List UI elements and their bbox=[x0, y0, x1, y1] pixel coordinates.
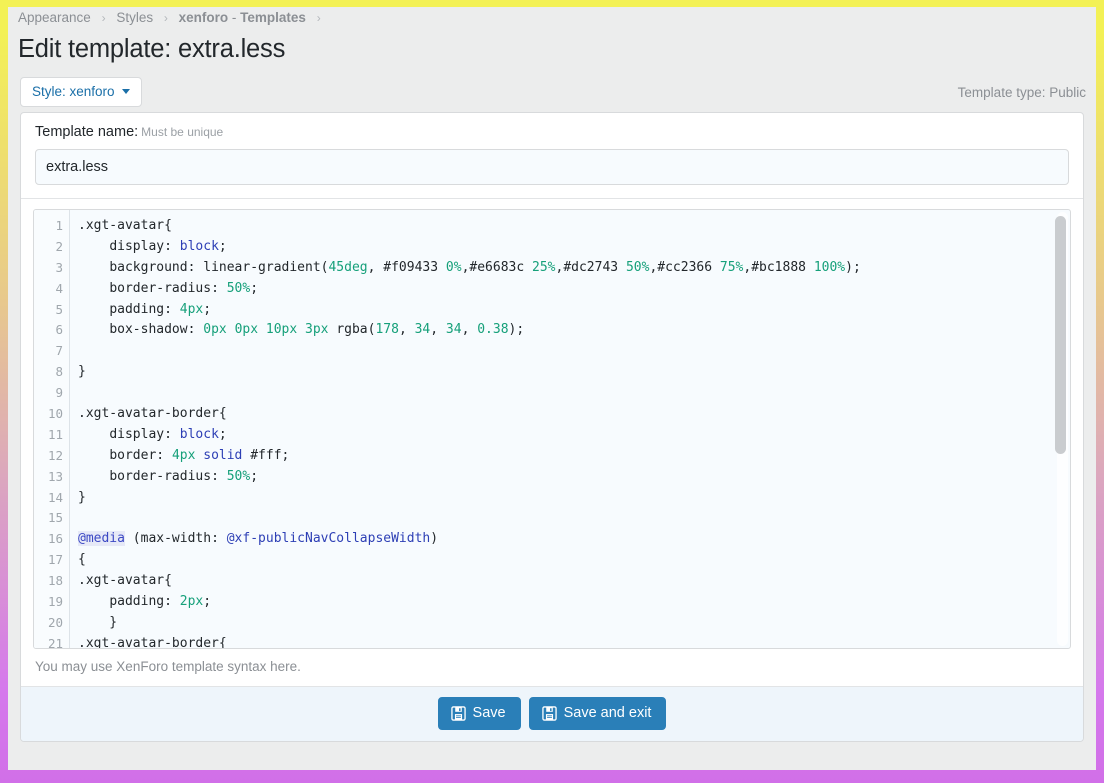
editor-code-line: display: block; bbox=[109, 238, 227, 254]
editor-line-number: 3 bbox=[55, 259, 63, 275]
style-selector-label: Style: xenforo bbox=[32, 84, 115, 99]
page-title: Edit template: extra.less bbox=[18, 35, 286, 63]
editor-code-line: padding: 4px; bbox=[109, 301, 212, 317]
editor-line-number: 12 bbox=[47, 447, 63, 463]
template-name-value: extra.less bbox=[46, 159, 109, 175]
editor-code-line: .xgt-avatar{ bbox=[78, 218, 172, 233]
breadcrumb-item-styles[interactable]: Styles bbox=[116, 10, 153, 25]
editor-code-line bbox=[78, 383, 1070, 404]
editor-line-number: 13 bbox=[47, 468, 63, 484]
editor-code-line: background: linear-gradient(45deg, #f094… bbox=[109, 259, 861, 275]
editor-line-number: 9 bbox=[55, 385, 63, 401]
editor-line-number: 4 bbox=[55, 280, 63, 296]
editor-line-number: 17 bbox=[47, 552, 63, 568]
template-edit-card: Template name: Must be unique extra.less … bbox=[20, 112, 1084, 742]
section-divider bbox=[21, 198, 1083, 199]
editor-code-line: box-shadow: 0px 0px 10px 3px rgba(178, 3… bbox=[109, 322, 525, 338]
editor-scrollbar-thumb[interactable] bbox=[1055, 216, 1066, 454]
editor-code-line: display: block; bbox=[109, 426, 227, 442]
editor-line-number: 19 bbox=[47, 594, 63, 610]
editor-code-line: @media (max-width: @xf-publicNavCollapse… bbox=[78, 531, 439, 547]
template-name-hint: Must be unique bbox=[141, 125, 224, 139]
editor-line-number: 11 bbox=[47, 426, 63, 442]
save-and-exit-button-label: Save and exit bbox=[563, 705, 652, 721]
breadcrumb-style-name: xenforo bbox=[178, 10, 229, 25]
floppy-disk-icon bbox=[541, 705, 557, 721]
editor-code-line bbox=[78, 508, 1070, 529]
template-name-input[interactable]: extra.less bbox=[35, 149, 1069, 185]
editor-line-number: 18 bbox=[47, 573, 63, 589]
editor-gutter: 1234567891011121314151617181920212223 bbox=[34, 210, 70, 648]
template-type-label: Template type: Public bbox=[957, 84, 1086, 100]
breadcrumb-item-xenforo-templates[interactable]: xenforo - Templates bbox=[179, 10, 306, 25]
save-button-label: Save bbox=[472, 705, 506, 721]
breadcrumb-dash: - bbox=[228, 10, 241, 25]
form-footer: Save Save and exit bbox=[21, 687, 1083, 741]
editor-code-line: .xgt-avatar-border{ bbox=[78, 406, 227, 422]
chevron-down-icon bbox=[121, 89, 130, 94]
breadcrumb: Appearance › Styles › xenforo - Template… bbox=[8, 7, 1096, 27]
editor-line-number: 7 bbox=[55, 343, 63, 359]
editor-line-number: 15 bbox=[47, 510, 63, 526]
breadcrumb-separator-icon: › bbox=[316, 11, 321, 25]
editor-code-line: border: 4px solid #fff; bbox=[109, 447, 290, 463]
breadcrumb-item-appearance[interactable]: Appearance bbox=[18, 10, 91, 25]
editor-line-number: 6 bbox=[55, 322, 63, 338]
editor-code-line: } bbox=[78, 364, 86, 380]
editor-code-line: { bbox=[78, 552, 86, 568]
save-and-exit-button[interactable]: Save and exit bbox=[528, 697, 667, 730]
breadcrumb-separator-icon: › bbox=[163, 11, 168, 25]
template-name-row: Template name: Must be unique bbox=[21, 113, 1083, 140]
editor-code-line bbox=[78, 341, 1070, 362]
style-selector-button[interactable]: Style: xenforo bbox=[20, 77, 142, 107]
editor-code-line: .xgt-avatar-border{ bbox=[78, 635, 227, 648]
code-editor[interactable]: 1234567891011121314151617181920212223 .x… bbox=[33, 209, 1071, 649]
breadcrumb-templates-label: Templates bbox=[240, 10, 306, 25]
breadcrumb-separator-icon: › bbox=[101, 11, 106, 25]
save-button[interactable]: Save bbox=[437, 697, 521, 730]
admin-page: Appearance › Styles › xenforo - Template… bbox=[8, 7, 1096, 770]
editor-line-number: 2 bbox=[55, 238, 63, 254]
editor-line-number: 14 bbox=[47, 489, 63, 505]
editor-code-line: } bbox=[78, 614, 118, 630]
editor-line-number: 8 bbox=[55, 364, 63, 380]
editor-code-line: } bbox=[78, 489, 86, 505]
sub-toolbar: Style: xenforo Template type: Public bbox=[20, 77, 1086, 107]
editor-code-line: .xgt-avatar{ bbox=[78, 573, 172, 589]
editor-line-number: 16 bbox=[47, 531, 63, 547]
editor-line-number: 20 bbox=[47, 614, 63, 630]
editor-code-line: border-radius: 50%; bbox=[109, 468, 259, 484]
editor-code-area[interactable]: .xgt-avatar{ display: block; background:… bbox=[70, 210, 1070, 648]
editor-code-line: border-radius: 50%; bbox=[109, 280, 259, 296]
floppy-disk-icon bbox=[450, 705, 466, 721]
editor-line-number: 5 bbox=[55, 301, 63, 317]
editor-code-line: padding: 2px; bbox=[109, 594, 212, 610]
editor-scrollbar-track[interactable] bbox=[1055, 212, 1068, 646]
editor-line-number: 10 bbox=[47, 406, 63, 422]
editor-line-number: 21 bbox=[47, 635, 63, 649]
template-name-label: Template name: bbox=[35, 124, 139, 140]
editor-line-number: 1 bbox=[55, 218, 63, 233]
editor-help-text: You may use XenForo template syntax here… bbox=[21, 649, 1083, 687]
